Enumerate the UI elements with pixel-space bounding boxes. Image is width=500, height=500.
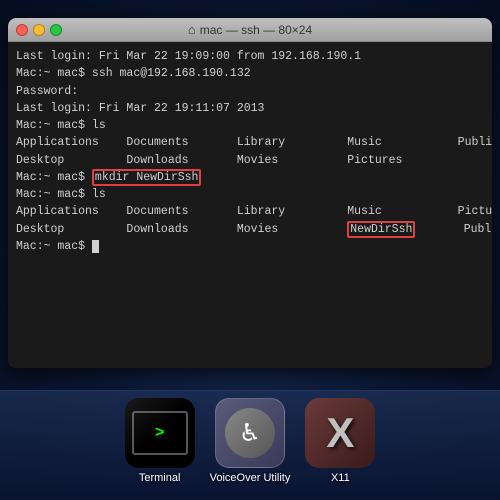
x11-dock-label: X11	[331, 472, 350, 484]
maximize-button[interactable]	[50, 24, 62, 36]
terminal-prompt-line: Mac:~ mac$	[16, 238, 484, 255]
terminal-line: Mac:~ mac$ ls	[16, 186, 484, 203]
terminal-line: Mac:~ mac$ ssh mac@192.168.190.132	[16, 65, 484, 82]
dock: > Terminal ♿ VoiceOver Utility X X11	[0, 390, 500, 500]
traffic-lights	[16, 24, 62, 36]
voiceover-dock-icon[interactable]: ♿	[215, 398, 285, 468]
title-bar: ⌂ mac — ssh — 80×24	[8, 18, 492, 42]
close-button[interactable]	[16, 24, 28, 36]
dock-item-x11[interactable]: X X11	[305, 398, 375, 484]
title-icon: ⌂	[188, 22, 196, 37]
terminal-line: Desktop Downloads Movies Pictures	[16, 152, 484, 169]
terminal-line-newdir: Desktop Downloads Movies NewDirSsh Publi…	[16, 221, 484, 238]
dock-item-voiceover[interactable]: ♿ VoiceOver Utility	[210, 398, 291, 484]
terminal-line: Mac:~ mac$ ls	[16, 117, 484, 134]
voiceover-dock-label: VoiceOver Utility	[210, 472, 291, 484]
x11-letter: X	[326, 409, 354, 457]
desktop: ⌂ mac — ssh — 80×24 Last login: Fri Mar …	[0, 0, 500, 500]
voiceover-circle: ♿	[225, 408, 275, 458]
terminal-line: Last login: Fri Mar 22 19:09:00 from 192…	[16, 48, 484, 65]
terminal-screen: >	[132, 411, 188, 455]
window-title: ⌂ mac — ssh — 80×24	[188, 22, 312, 37]
terminal-line: Password:	[16, 83, 484, 100]
terminal-window: ⌂ mac — ssh — 80×24 Last login: Fri Mar …	[8, 18, 492, 368]
x11-dock-icon[interactable]: X	[305, 398, 375, 468]
terminal-dock-label: Terminal	[139, 472, 181, 484]
terminal-screen-content: >	[155, 424, 165, 442]
newdirssh-highlight: NewDirSsh	[347, 221, 415, 238]
minimize-button[interactable]	[33, 24, 45, 36]
terminal-line-mkdir: Mac:~ mac$ mkdir NewDirSsh	[16, 169, 484, 186]
terminal-line: Applications Documents Library Music Pub…	[16, 134, 484, 151]
terminal-body[interactable]: Last login: Fri Mar 22 19:09:00 from 192…	[8, 42, 492, 368]
mkdir-command-highlight: mkdir NewDirSsh	[92, 169, 202, 186]
terminal-line: Applications Documents Library Music Pic…	[16, 203, 484, 220]
dock-item-terminal[interactable]: > Terminal	[125, 398, 195, 484]
cursor	[92, 240, 99, 253]
terminal-dock-icon[interactable]: >	[125, 398, 195, 468]
terminal-line: Last login: Fri Mar 22 19:11:07 2013	[16, 100, 484, 117]
